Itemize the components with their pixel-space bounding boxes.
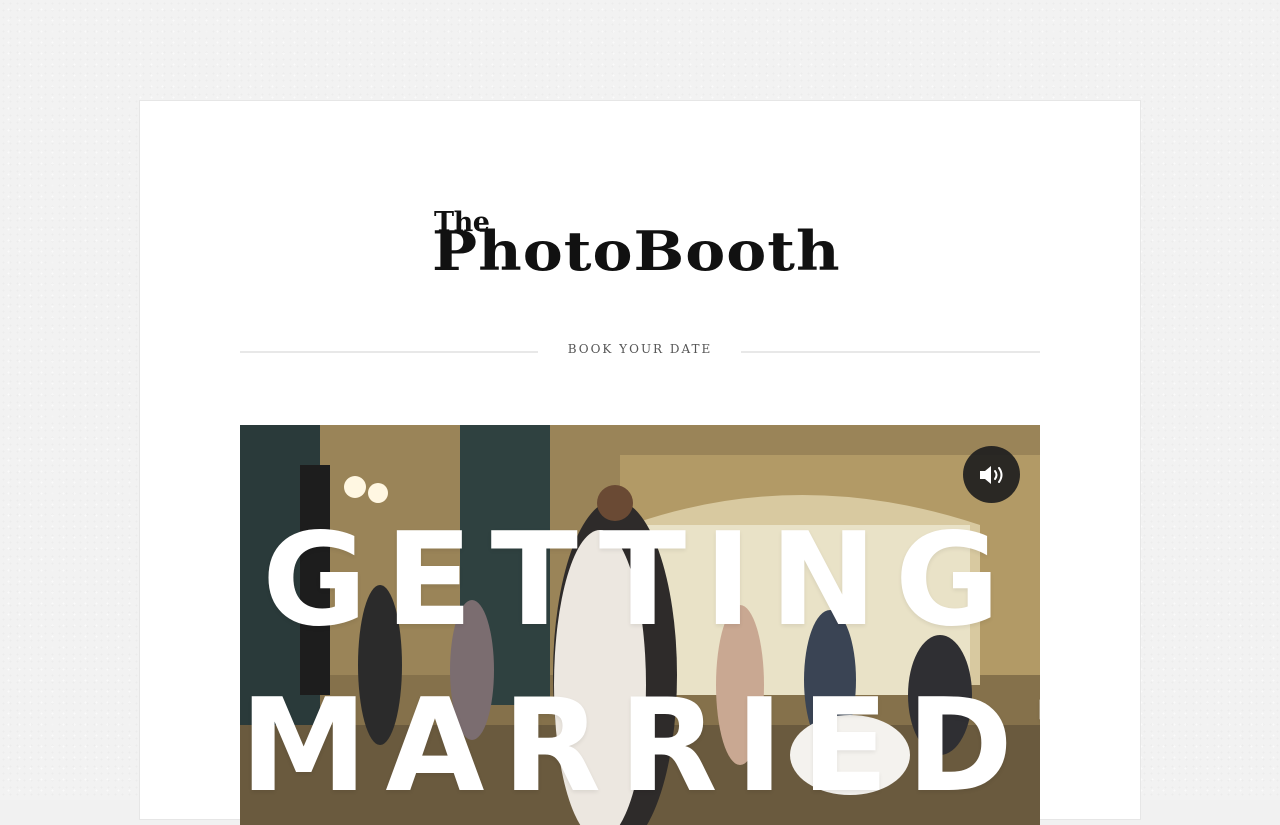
site-logo[interactable]: The PhotoBooth: [432, 207, 852, 289]
hero-video[interactable]: GETTING MARRIED?: [240, 425, 1040, 825]
nav-divider-left: [240, 351, 538, 353]
book-your-date-link[interactable]: BOOK YOUR DATE: [540, 342, 740, 356]
sound-toggle-button[interactable]: [963, 446, 1020, 503]
hero-heading-line-1: GETTING: [262, 506, 1018, 655]
speaker-volume-icon: [979, 465, 1002, 484]
hero-heading-line-2: MARRIED?: [240, 672, 1040, 821]
nav-divider-right: [741, 351, 1040, 353]
logo-photobooth: PhotoBooth: [432, 220, 841, 284]
content-card: The PhotoBooth BOOK YOUR DATE GETTING MA…: [139, 100, 1141, 825]
